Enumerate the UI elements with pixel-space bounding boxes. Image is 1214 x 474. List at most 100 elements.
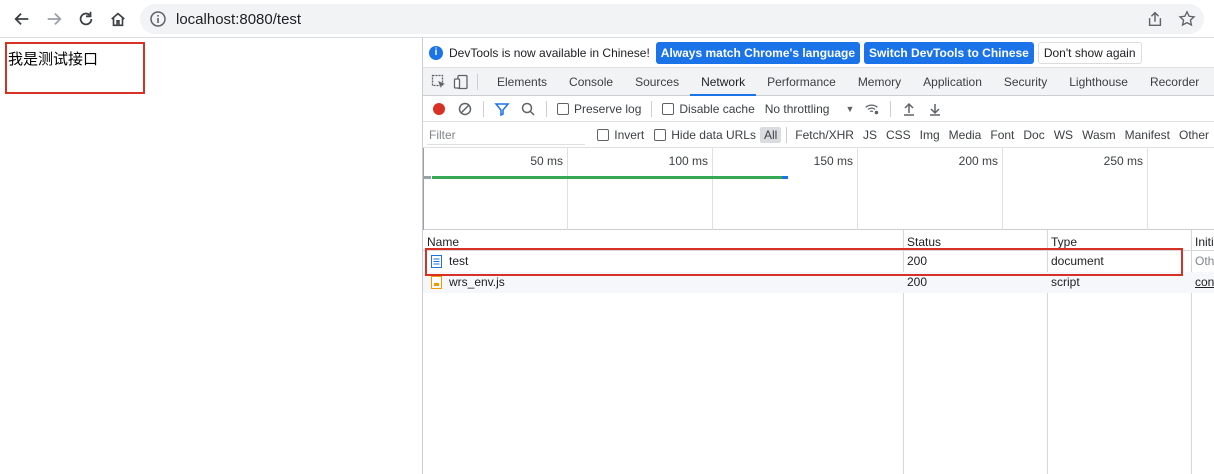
column-header-name[interactable]: Name bbox=[423, 230, 903, 250]
info-icon[interactable] bbox=[150, 11, 166, 27]
upload-icon bbox=[904, 102, 915, 116]
timeline-gridline bbox=[423, 148, 424, 230]
record-button[interactable] bbox=[431, 101, 447, 117]
tab-lighthouse[interactable]: Lighthouse bbox=[1058, 68, 1139, 96]
infobar-message: DevTools is now available in Chinese! bbox=[449, 45, 650, 60]
tab-performance[interactable]: Performance bbox=[756, 68, 847, 96]
clear-button[interactable] bbox=[457, 101, 473, 117]
filter-input[interactable]: Filter bbox=[427, 125, 586, 145]
tab-network[interactable]: Network bbox=[690, 68, 757, 96]
filter-type-js[interactable]: JS bbox=[859, 127, 881, 143]
column-header-type[interactable]: Type bbox=[1047, 230, 1191, 250]
timeline-request-bar bbox=[423, 176, 431, 179]
column-header-initiator[interactable]: Initiator bbox=[1191, 230, 1214, 250]
filter-toggle-button[interactable] bbox=[494, 101, 510, 117]
filter-type-doc[interactable]: Doc bbox=[1019, 127, 1048, 143]
controls-separator bbox=[651, 100, 653, 117]
clear-icon bbox=[458, 102, 472, 115]
browser-toolbar: localhost:8080/test bbox=[0, 0, 1214, 38]
address-bar[interactable]: localhost:8080/test bbox=[140, 4, 1204, 34]
forward-button[interactable] bbox=[40, 5, 68, 33]
devtools-panel: i DevTools is now available in Chinese! … bbox=[422, 38, 1214, 474]
controls-separator bbox=[483, 100, 484, 117]
page-viewport: 我是测试接口 bbox=[0, 38, 422, 474]
invert-label: Invert bbox=[614, 127, 645, 142]
filter-type-wasm[interactable]: Wasm bbox=[1078, 127, 1120, 143]
tab-elements[interactable]: Elements bbox=[486, 68, 558, 96]
hide-data-urls-checkbox[interactable]: Hide data URLs bbox=[654, 128, 756, 142]
script-file-icon bbox=[431, 276, 442, 289]
checkbox-box[interactable] bbox=[654, 128, 667, 141]
filter-type-all[interactable]: All bbox=[759, 126, 782, 143]
home-button[interactable] bbox=[104, 5, 132, 33]
timeline-request-bar bbox=[782, 176, 788, 179]
import-har-button[interactable] bbox=[901, 101, 917, 117]
filter-type-css[interactable]: CSS bbox=[882, 127, 915, 143]
checkbox-box[interactable] bbox=[662, 102, 675, 115]
export-har-button[interactable] bbox=[927, 101, 943, 117]
controls-separator bbox=[890, 100, 892, 117]
arrow-left-icon bbox=[14, 12, 29, 25]
tab-recorder[interactable]: Recorder bbox=[1139, 68, 1210, 96]
timeline-tick-label: 250 ms bbox=[1103, 154, 1143, 168]
url-text[interactable]: localhost:8080/test bbox=[176, 11, 301, 28]
dont-show-again-button[interactable]: Don't show again bbox=[1037, 41, 1142, 64]
tab-security[interactable]: Security bbox=[993, 68, 1058, 96]
filter-type-img[interactable]: Img bbox=[916, 127, 944, 143]
throttling-select[interactable]: No throttling ▼ bbox=[765, 102, 855, 116]
download-icon bbox=[930, 103, 941, 116]
throttling-value: No throttling bbox=[764, 101, 830, 116]
invert-checkbox[interactable]: Invert bbox=[597, 128, 644, 142]
highlight-box-page-text bbox=[5, 42, 145, 94]
request-initiator-link[interactable]: content bbox=[1191, 272, 1214, 293]
always-match-language-button[interactable]: Always match Chrome's language bbox=[655, 41, 861, 64]
search-button[interactable] bbox=[520, 101, 536, 117]
filter-type-fetch-xhr[interactable]: Fetch/XHR bbox=[791, 127, 858, 143]
checkbox-box[interactable] bbox=[557, 102, 569, 115]
tab-application[interactable]: Application bbox=[912, 68, 993, 96]
devtools-language-infobar: i DevTools is now available in Chinese! … bbox=[423, 38, 1214, 68]
home-icon bbox=[111, 12, 125, 26]
network-requests-table: Name Status Type Initiator test 200 docu… bbox=[423, 230, 1214, 474]
filter-type-font[interactable]: Font bbox=[986, 127, 1018, 143]
column-header-status[interactable]: Status bbox=[903, 230, 1047, 250]
network-conditions-button[interactable] bbox=[864, 101, 880, 117]
filter-type-other[interactable]: Other bbox=[1175, 127, 1213, 143]
highlight-box-test-row bbox=[425, 248, 1183, 276]
reload-button[interactable] bbox=[72, 5, 100, 33]
timeline-gridline bbox=[857, 148, 858, 230]
request-initiator: Other bbox=[1195, 254, 1214, 268]
inspect-element-icon[interactable] bbox=[431, 74, 447, 90]
timeline-gridline bbox=[1002, 148, 1003, 230]
devtools-tab-bar: Elements Console Sources Network Perform… bbox=[423, 68, 1214, 96]
network-overview-timeline[interactable]: 50 ms 100 ms 150 ms 200 ms 250 ms bbox=[423, 148, 1214, 230]
timeline-gridline bbox=[567, 148, 568, 230]
back-button[interactable] bbox=[8, 5, 36, 33]
switch-to-chinese-button[interactable]: Switch DevTools to Chinese bbox=[864, 41, 1034, 64]
preserve-log-checkbox[interactable]: Preserve log bbox=[557, 102, 641, 116]
disable-cache-checkbox[interactable]: Disable cache bbox=[662, 102, 755, 116]
filter-funnel-icon bbox=[494, 102, 510, 116]
checkbox-box[interactable] bbox=[597, 128, 610, 141]
timeline-gridline bbox=[712, 148, 713, 230]
filter-type-media[interactable]: Media bbox=[945, 127, 986, 143]
record-icon bbox=[433, 102, 445, 115]
tab-memory[interactable]: Memory bbox=[847, 68, 912, 96]
search-icon bbox=[521, 102, 535, 116]
bookmark-star-icon[interactable] bbox=[1178, 10, 1196, 28]
wifi-settings-icon bbox=[865, 103, 879, 114]
timeline-tick-label: 150 ms bbox=[813, 154, 853, 168]
filter-type-manifest[interactable]: Manifest bbox=[1121, 127, 1174, 143]
network-filter-bar: Filter Invert Hide data URLs All Fetch/X… bbox=[423, 122, 1214, 148]
network-controls-bar: Preserve log Disable cache No throttling… bbox=[423, 96, 1214, 122]
info-icon: i bbox=[429, 45, 443, 60]
preserve-log-label: Preserve log bbox=[574, 101, 642, 116]
device-toolbar-icon[interactable] bbox=[453, 74, 469, 90]
arrow-right-icon bbox=[47, 12, 62, 25]
share-icon[interactable] bbox=[1146, 10, 1164, 28]
tab-console[interactable]: Console bbox=[558, 68, 624, 96]
hide-data-urls-label: Hide data URLs bbox=[671, 127, 756, 142]
reload-icon bbox=[79, 11, 93, 25]
filter-type-ws[interactable]: WS bbox=[1050, 127, 1077, 143]
tab-sources[interactable]: Sources bbox=[624, 68, 690, 96]
